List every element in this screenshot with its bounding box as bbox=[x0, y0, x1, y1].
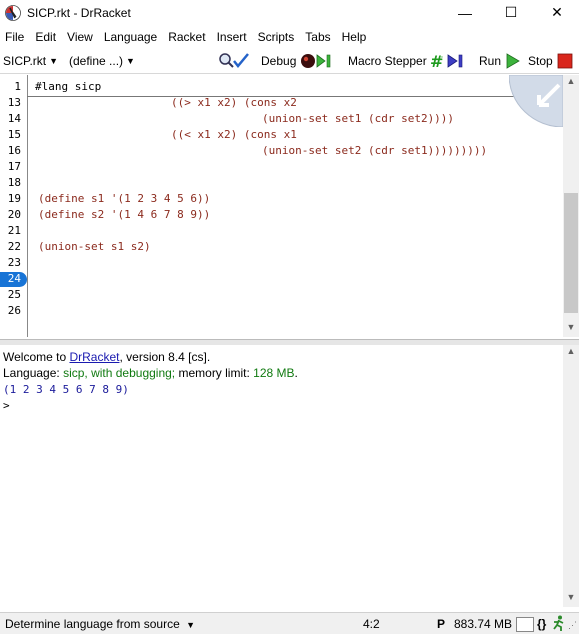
repl-output: (1 2 3 4 5 6 7 8 9) bbox=[3, 383, 129, 396]
code-line-15: ((< x1 x2) (cons x1 bbox=[171, 128, 297, 141]
menu-language[interactable]: Language bbox=[99, 30, 163, 44]
svg-text:': ' bbox=[441, 55, 443, 63]
code-lang-line: #lang sicp bbox=[35, 80, 102, 93]
p-indicator: P bbox=[437, 616, 446, 631]
toolbar: SICP.rkt ▼ (define ...) ▼ Debug Macro St… bbox=[0, 49, 579, 74]
cursor-position: 4:2 bbox=[363, 616, 380, 631]
gc-indicator bbox=[516, 617, 534, 632]
menu-help[interactable]: Help bbox=[337, 30, 373, 44]
check-syntax-button[interactable] bbox=[218, 49, 250, 73]
scroll-down-icon[interactable]: ▼ bbox=[563, 322, 579, 336]
code-line-16: (union-set set2 (cdr set1))))))))) bbox=[262, 144, 488, 157]
code-line-13: ((> x1 x2) (cons x2 bbox=[171, 96, 297, 109]
line-number: 25 bbox=[7, 288, 21, 301]
line-number: 1 bbox=[14, 80, 21, 93]
scroll-up-icon[interactable]: ▲ bbox=[563, 76, 579, 90]
running-man-icon bbox=[553, 615, 564, 631]
line-number: 14 bbox=[7, 112, 21, 125]
stop-label: Stop bbox=[528, 54, 553, 68]
macro-stepper-button[interactable]: Macro Stepper # ' bbox=[348, 49, 470, 73]
memory-prefix: memory limit: bbox=[175, 366, 254, 380]
line-number: 21 bbox=[7, 224, 21, 237]
memory-usage[interactable]: 883.74 MB bbox=[454, 617, 512, 631]
welcome-suffix: , version 8.4 [cs]. bbox=[119, 350, 211, 364]
repl-prompt[interactable]: > bbox=[3, 399, 10, 412]
braces-icon[interactable]: {} bbox=[537, 617, 546, 631]
menu-view[interactable]: View bbox=[62, 30, 99, 44]
menu-edit[interactable]: Edit bbox=[30, 30, 62, 44]
menu-tabs[interactable]: Tabs bbox=[300, 30, 336, 44]
corner-arrow-icon bbox=[509, 75, 563, 127]
line-number: 15 bbox=[7, 128, 21, 141]
menu-file[interactable]: File bbox=[0, 30, 30, 44]
title-bar: SICP.rkt - DrRacket — ☐ ✕ bbox=[0, 0, 579, 25]
window-title: SICP.rkt - DrRacket bbox=[27, 5, 131, 20]
code-line-19: (define s1 '(1 2 3 4 5 6)) bbox=[38, 192, 211, 205]
welcome-prefix: Welcome to bbox=[3, 350, 70, 364]
line-number: 13 bbox=[7, 96, 21, 109]
run-label: Run bbox=[479, 54, 502, 68]
welcome-line: Welcome to DrRacket, version 8.4 [cs]. bbox=[3, 350, 210, 364]
line-number: 16 bbox=[7, 144, 21, 157]
definitions-editor[interactable]: 1 13 14 15 16 17 18 19 20 21 22 23 24 25… bbox=[0, 75, 563, 337]
file-selector[interactable]: SICP.rkt ▼ bbox=[3, 49, 58, 73]
drracket-link[interactable]: DrRacket bbox=[69, 350, 119, 364]
close-icon[interactable]: ✕ bbox=[534, 0, 579, 25]
magnifier-check-icon bbox=[219, 53, 249, 68]
line-number: 23 bbox=[7, 256, 21, 269]
menu-insert[interactable]: Insert bbox=[212, 30, 253, 44]
status-bar: Determine language from source ▼ 4:2 P 8… bbox=[0, 612, 579, 634]
macro-stepper-label: Macro Stepper bbox=[348, 54, 427, 68]
run-icon bbox=[506, 53, 520, 69]
file-selector-label: SICP.rkt bbox=[3, 54, 47, 68]
code-line-22: (union-set s1 s2) bbox=[38, 240, 151, 253]
define-selector[interactable]: (define ...) ▼ bbox=[69, 49, 135, 73]
memory-suffix: . bbox=[294, 366, 298, 380]
line-number: 19 bbox=[7, 192, 21, 205]
chevron-down-icon: ▼ bbox=[126, 56, 135, 66]
interactions-window[interactable]: Welcome to DrRacket, version 8.4 [cs]. L… bbox=[0, 345, 563, 607]
chevron-down-icon: ▼ bbox=[186, 619, 196, 630]
line-number: 26 bbox=[7, 304, 21, 317]
debug-icon bbox=[301, 54, 331, 68]
maximize-icon[interactable]: ☐ bbox=[488, 0, 534, 25]
line-number: 18 bbox=[7, 176, 21, 189]
drracket-logo-icon bbox=[5, 4, 21, 21]
repl-scrollbar[interactable]: ▲ ▼ bbox=[563, 345, 579, 607]
line-number: 17 bbox=[7, 160, 21, 173]
language-mode-label: Determine language from source bbox=[5, 616, 180, 631]
lang-line-separator bbox=[27, 75, 563, 97]
scroll-up-icon[interactable]: ▲ bbox=[563, 346, 579, 360]
minimize-icon[interactable]: — bbox=[442, 0, 488, 25]
chevron-down-icon: ▼ bbox=[49, 56, 59, 66]
resize-grip-icon[interactable]: ⋰ bbox=[568, 620, 577, 631]
debug-label: Debug bbox=[261, 54, 297, 68]
language-value: sicp, with debugging; bbox=[63, 366, 176, 380]
menu-scripts[interactable]: Scripts bbox=[253, 30, 301, 44]
code-line-20: (define s2 '(1 4 6 7 8 9)) bbox=[38, 208, 211, 221]
debug-button[interactable]: Debug bbox=[261, 49, 335, 73]
line-number: 22 bbox=[7, 240, 21, 253]
run-button[interactable]: Run bbox=[479, 49, 521, 73]
menu-racket[interactable]: Racket bbox=[163, 30, 211, 44]
line-number-current: 24 bbox=[7, 272, 21, 285]
language-prefix: Language: bbox=[3, 366, 64, 380]
scroll-down-icon[interactable]: ▼ bbox=[563, 592, 579, 606]
memory-limit-value: 128 MB bbox=[253, 366, 295, 380]
language-mode-selector[interactable]: Determine language from source ▼ bbox=[5, 617, 195, 631]
stop-button[interactable]: Stop bbox=[528, 49, 573, 73]
code-line-14: (union-set set1 (cdr set2)))) bbox=[262, 112, 455, 125]
language-line: Language: sicp, with debugging; memory l… bbox=[3, 366, 298, 380]
menu-bar: File Edit View Language Racket Insert Sc… bbox=[0, 27, 579, 47]
editor-scrollbar[interactable]: ▲ ▼ bbox=[563, 75, 579, 337]
stop-icon bbox=[557, 53, 573, 69]
scrollbar-thumb[interactable] bbox=[564, 193, 578, 313]
line-number: 20 bbox=[7, 208, 21, 221]
define-selector-label: (define ...) bbox=[69, 54, 124, 68]
macro-stepper-icon: # ' bbox=[430, 52, 463, 70]
